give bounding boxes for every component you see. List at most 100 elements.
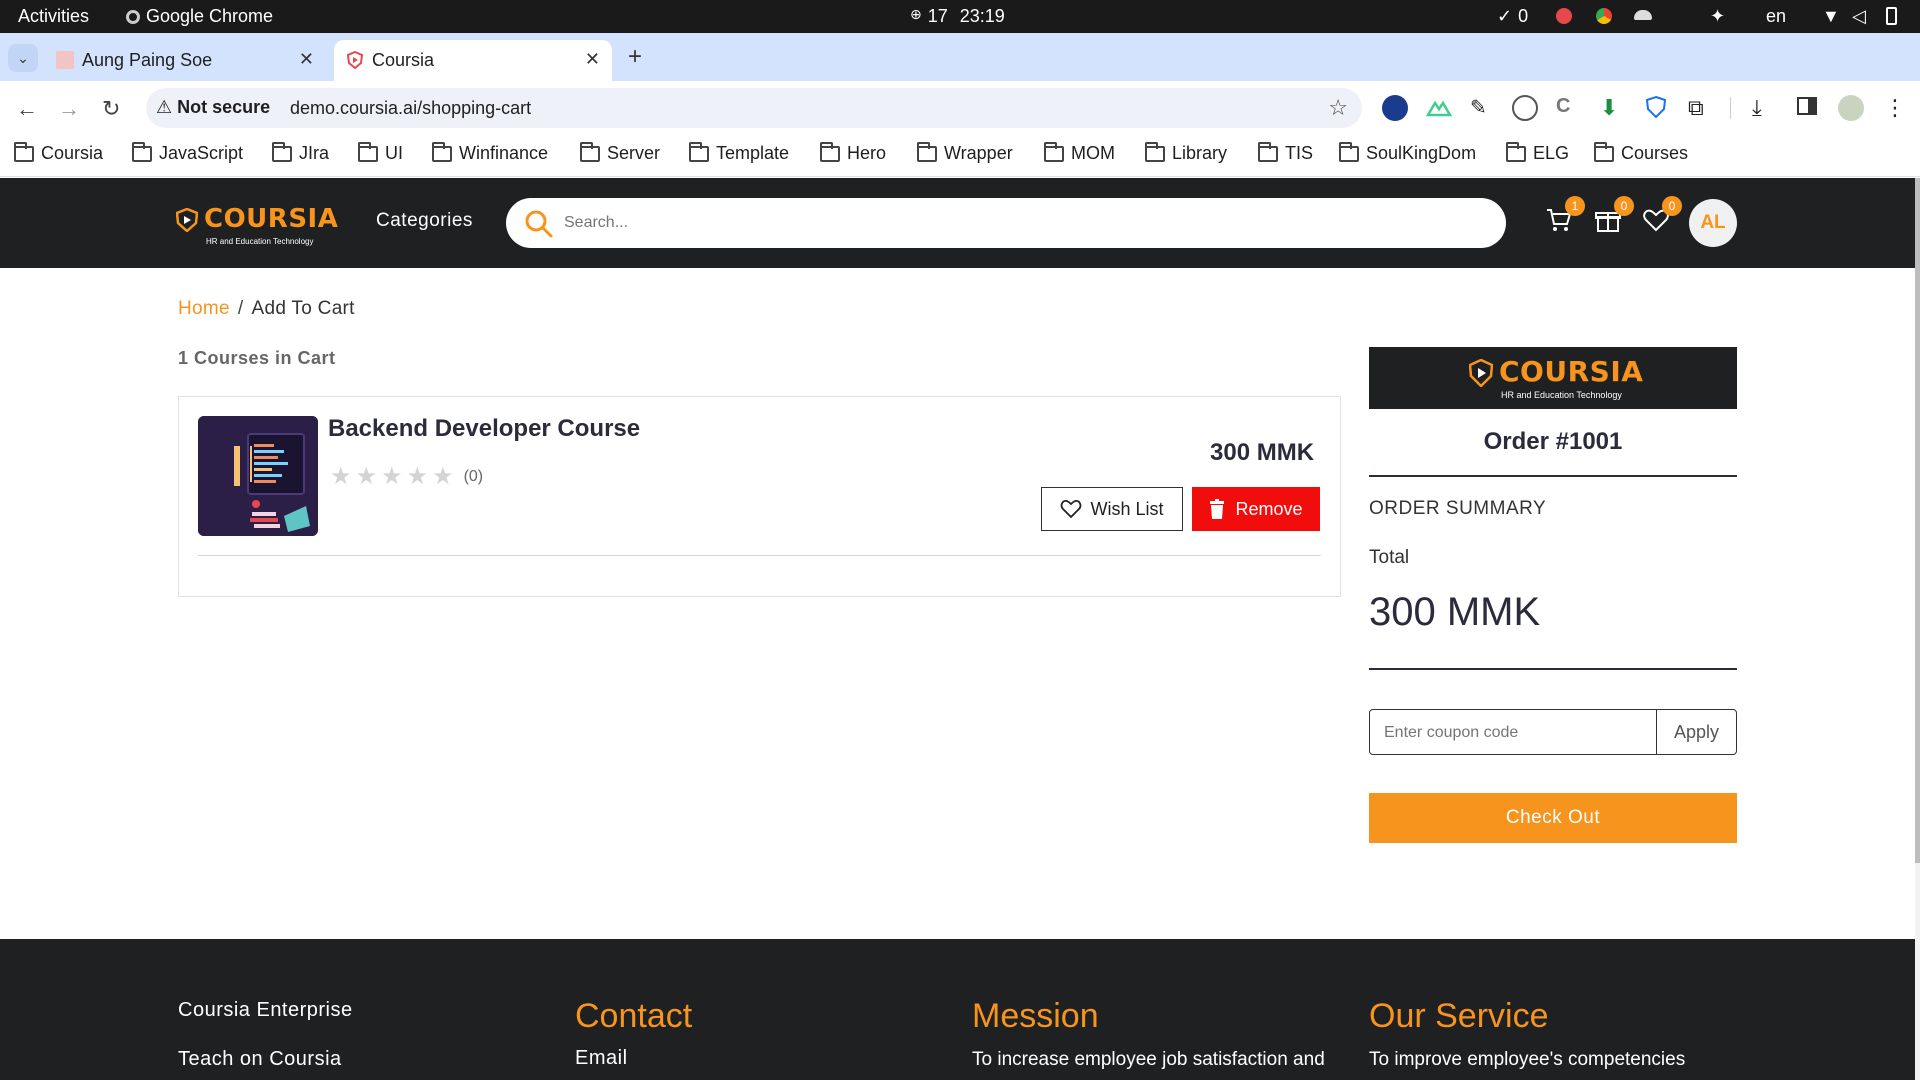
bookmark-soulkingdom[interactable]: SoulKingDom (1339, 141, 1477, 164)
search-input[interactable] (564, 210, 1464, 236)
star-icon: ★ (406, 463, 429, 490)
coupon-code-input[interactable] (1384, 721, 1654, 745)
checkout-button[interactable]: Check Out (1369, 793, 1737, 843)
bookmark-elg[interactable]: ELG (1506, 141, 1570, 164)
bookmark-mom[interactable]: MOM (1044, 141, 1115, 164)
course-title[interactable]: Backend Developer Course (328, 415, 640, 443)
bookmark-label: JavaScript (159, 143, 244, 163)
footer-link-teach[interactable]: Teach on Coursia (178, 1048, 342, 1071)
back-icon[interactable]: ← (16, 96, 38, 122)
user-avatar[interactable]: AL (1689, 199, 1737, 247)
extension-brush-icon[interactable]: ✎ (1470, 95, 1496, 121)
extension-check-icon[interactable] (1382, 95, 1408, 121)
breadcrumb-home-link[interactable]: Home (178, 298, 230, 319)
logo-shield-icon (1469, 359, 1493, 387)
bookmark-winfinance[interactable]: Winfinance (432, 141, 548, 164)
add-to-wishlist-button[interactable]: Wish List (1041, 487, 1183, 531)
cart-button[interactable]: 1 (1545, 196, 1585, 236)
star-icon: ★ (432, 463, 454, 490)
app-name: Google Chrome (146, 6, 274, 26)
battery-icon[interactable] (1886, 7, 1897, 25)
trash-icon (1210, 499, 1225, 519)
address-bar-row: ← → ↻ ⚠ Not secure demo.coursia.ai/shopp… (0, 81, 1920, 135)
check-indicator[interactable]: ✓ 0 (1497, 6, 1528, 27)
tab-search-button[interactable]: ⌄ (8, 44, 38, 72)
downloads-icon[interactable]: ⤓ (1752, 95, 1778, 121)
bookmark-javascript[interactable]: JavaScript (132, 141, 244, 164)
course-thumbnail[interactable] (198, 416, 318, 536)
bookmark-label: Coursia (41, 143, 104, 163)
bookmark-tis[interactable]: TIS (1258, 141, 1313, 164)
remove-from-cart-button[interactable]: Remove (1192, 487, 1320, 531)
scrollbar-thumb[interactable] (1915, 178, 1920, 863)
bookmark-label: ELG (1533, 143, 1570, 163)
forward-icon[interactable]: → (58, 96, 80, 122)
new-tab-button[interactable]: + (628, 43, 642, 71)
course-thumbnail-image (198, 416, 318, 536)
bookmark-label: Template (716, 143, 790, 163)
logo-tagline: HR and Education Technology (206, 237, 314, 246)
extension-code-icon[interactable] (1512, 95, 1538, 121)
bookmark-label: SoulKingDom (1366, 143, 1477, 163)
accessibility-icon[interactable]: ✦ (1710, 6, 1725, 27)
bookmark-jira[interactable]: JIra (272, 141, 330, 164)
extension-shield-icon[interactable] (1644, 95, 1670, 121)
chrome-icon (126, 9, 140, 24)
tab-aung-paing-soe[interactable]: Aung Paing Soe ✕ (44, 40, 326, 81)
bookmark-template[interactable]: Template (689, 141, 790, 164)
tab-coursia[interactable]: Coursia ✕ (334, 40, 612, 81)
omnibox[interactable]: ⚠ Not secure demo.coursia.ai/shopping-ca… (146, 88, 1362, 128)
site-footer: Coursia Enterprise Teach on Coursia Cont… (0, 939, 1915, 1080)
categories-menu[interactable]: Categories (376, 210, 473, 232)
search-icon (525, 210, 553, 238)
coupon-form: Apply (1369, 709, 1737, 755)
gift-button[interactable]: 0 (1594, 196, 1634, 236)
bookmark-library[interactable]: Library (1145, 141, 1227, 164)
tab-title: Aung Paing Soe (82, 50, 213, 70)
bookmark-wrapper[interactable]: Wrapper (917, 141, 1013, 164)
folder-icon (432, 141, 452, 162)
security-indicator[interactable]: ⚠ Not secure (156, 97, 270, 118)
side-panel-icon[interactable] (1796, 95, 1822, 121)
clock[interactable]: ⊕ 17 23:19 (910, 6, 1005, 27)
wishlist-button[interactable]: 0 (1642, 196, 1682, 236)
tray-chrome-icon[interactable] (1596, 8, 1612, 24)
chrome-menu-icon[interactable]: ⋮ (1884, 95, 1910, 121)
app-menu[interactable]: Google Chrome (126, 6, 273, 27)
apply-coupon-button[interactable]: Apply (1656, 710, 1736, 754)
extension-c-icon[interactable]: C (1556, 95, 1582, 121)
bookmark-courses[interactable]: Courses (1594, 141, 1689, 164)
tray-app-icon[interactable] (1556, 8, 1572, 24)
wifi-icon[interactable]: ▼ (1822, 6, 1840, 27)
url-text[interactable]: demo.coursia.ai/shopping-cart (290, 98, 531, 119)
star-rating: ★ ★ ★ ★ ★ (0) (330, 465, 483, 489)
volume-icon[interactable]: ◁ (1852, 6, 1866, 27)
language-indicator[interactable]: en (1766, 6, 1786, 27)
bookmark-label: Wrapper (944, 143, 1013, 163)
logo-shield-icon (176, 208, 198, 232)
activities-button[interactable]: Activities (18, 6, 89, 27)
bookmark-coursia[interactable]: Coursia (14, 141, 104, 164)
check-count: 0 (1518, 6, 1529, 26)
extensions-puzzle-icon[interactable]: ⧉ (1688, 95, 1714, 121)
bookmark-star-icon[interactable]: ☆ (1328, 95, 1348, 121)
order-summary-logo: COURSIA HR and Education Technology (1369, 347, 1737, 409)
profile-avatar-icon[interactable] (1838, 95, 1864, 121)
bookmark-label: Courses (1621, 143, 1689, 163)
close-tab-icon[interactable]: ✕ (299, 49, 314, 70)
bookmark-server[interactable]: Server (580, 141, 660, 164)
tray-cloud-icon[interactable] (1634, 10, 1652, 20)
search-box[interactable] (506, 198, 1506, 248)
reload-icon[interactable]: ↻ (102, 96, 120, 122)
folder-icon (1258, 141, 1278, 162)
star-icon: ★ (355, 463, 378, 490)
wishlist-count-badge: 0 (1662, 196, 1682, 216)
bookmark-label: JIra (299, 143, 330, 163)
footer-link-enterprise[interactable]: Coursia Enterprise (178, 999, 353, 1022)
extension-vue-icon[interactable] (1426, 95, 1452, 121)
close-tab-icon[interactable]: ✕ (585, 49, 600, 70)
bookmark-ui[interactable]: UI (358, 141, 403, 164)
bookmark-hero[interactable]: Hero (820, 141, 886, 164)
extension-download-arrow-icon[interactable]: ⬇ (1600, 95, 1626, 121)
tab-title: Coursia (372, 50, 435, 70)
